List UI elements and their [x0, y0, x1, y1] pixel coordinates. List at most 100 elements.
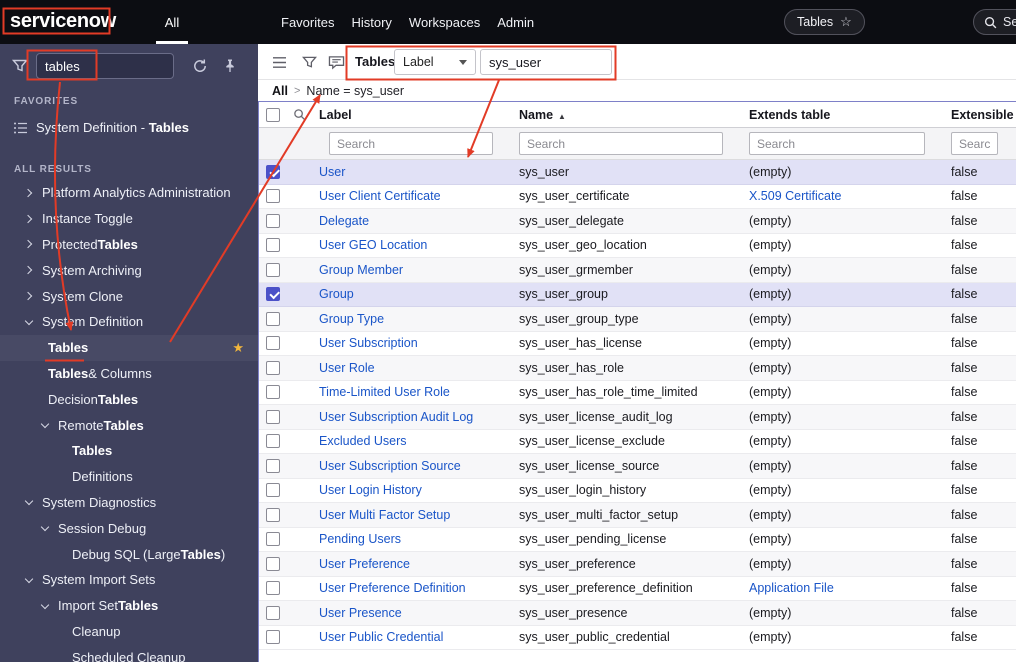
- row-checkbox[interactable]: [266, 556, 280, 571]
- chevron-icon[interactable]: [22, 263, 36, 277]
- tree-item[interactable]: Decision Tables: [0, 386, 258, 412]
- chevron-icon[interactable]: [22, 237, 36, 251]
- chevron-icon[interactable]: [38, 599, 52, 613]
- row-label-link[interactable]: User Preference Definition: [319, 581, 466, 595]
- column-header-extensible[interactable]: Extensible: [943, 108, 1016, 122]
- tree-item[interactable]: Platform Analytics Administration: [0, 180, 258, 206]
- chevron-icon[interactable]: [22, 573, 36, 587]
- tree-item[interactable]: Protected Tables: [0, 232, 258, 258]
- context-pill[interactable]: Tables ☆: [784, 9, 865, 35]
- column-search-icon[interactable]: [293, 108, 306, 121]
- list-menu-icon[interactable]: [272, 56, 287, 69]
- name-column-search-input[interactable]: [519, 132, 723, 155]
- header-menu-item[interactable]: Workspaces: [409, 15, 480, 30]
- row-checkbox[interactable]: [266, 336, 280, 351]
- tree-item[interactable]: Tables: [0, 438, 258, 464]
- extends-column-search-input[interactable]: [749, 132, 925, 155]
- row-label-link[interactable]: User GEO Location: [319, 238, 427, 252]
- row-checkbox[interactable]: [266, 409, 280, 424]
- activity-stream-icon[interactable]: [328, 55, 345, 70]
- favorite-item[interactable]: System Definition - Tables: [0, 115, 258, 140]
- tree-item[interactable]: Scheduled Cleanup: [0, 644, 258, 662]
- row-label-link[interactable]: User Subscription Audit Log: [319, 410, 473, 424]
- row-label-link[interactable]: Excluded Users: [319, 434, 407, 448]
- row-label-link[interactable]: User Public Credential: [319, 630, 443, 644]
- row-label-link[interactable]: Delegate: [319, 214, 369, 228]
- pin-icon[interactable]: [222, 58, 238, 74]
- row-label-link[interactable]: User: [319, 165, 345, 179]
- servicenow-logo[interactable]: servicenow: [10, 10, 116, 33]
- chevron-icon[interactable]: [22, 495, 36, 509]
- tree-item[interactable]: System Import Sets: [0, 567, 258, 593]
- row-label-link[interactable]: User Multi Factor Setup: [319, 508, 450, 522]
- row-checkbox[interactable]: [266, 213, 280, 228]
- row-label-link[interactable]: Group: [319, 287, 354, 301]
- sidebar-filter-input[interactable]: [36, 53, 174, 79]
- row-label-link[interactable]: Group Member: [319, 263, 403, 277]
- chevron-icon[interactable]: [22, 186, 36, 200]
- row-checkbox[interactable]: [266, 287, 280, 302]
- row-extends[interactable]: Application File: [749, 581, 834, 595]
- row-checkbox[interactable]: [266, 385, 280, 400]
- breadcrumb-condition[interactable]: Name = sys_user: [306, 84, 404, 98]
- select-all-checkbox[interactable]: [266, 107, 280, 122]
- tree-item[interactable]: Definitions: [0, 464, 258, 490]
- row-label-link[interactable]: Group Type: [319, 312, 384, 326]
- all-menu[interactable]: All: [150, 0, 194, 44]
- tree-item[interactable]: Session Debug: [0, 515, 258, 541]
- row-label-link[interactable]: User Preference: [319, 557, 410, 571]
- tree-item[interactable]: System Definition: [0, 309, 258, 335]
- row-checkbox[interactable]: [266, 311, 280, 326]
- chevron-icon[interactable]: [38, 521, 52, 535]
- row-checkbox[interactable]: [266, 238, 280, 253]
- column-header-label[interactable]: Label: [311, 108, 511, 122]
- row-label-link[interactable]: User Login History: [319, 483, 422, 497]
- header-menu-item[interactable]: History: [351, 15, 391, 30]
- tree-item[interactable]: Cleanup: [0, 619, 258, 645]
- header-menu-item[interactable]: Admin: [497, 15, 534, 30]
- column-header-extends[interactable]: Extends table: [741, 108, 943, 122]
- tree-item[interactable]: Remote Tables: [0, 412, 258, 438]
- extensible-column-search-input[interactable]: [951, 132, 998, 155]
- row-checkbox[interactable]: [266, 581, 280, 596]
- label-column-search-input[interactable]: [329, 132, 493, 155]
- row-extends[interactable]: X.509 Certificate: [749, 189, 841, 203]
- tree-item[interactable]: Tables ★: [0, 334, 258, 361]
- tree-item[interactable]: System Diagnostics: [0, 490, 258, 516]
- row-checkbox[interactable]: [266, 483, 280, 498]
- global-search[interactable]: Sea: [973, 9, 1016, 35]
- tree-item[interactable]: Tables & Columns: [0, 361, 258, 387]
- breadcrumb-all[interactable]: All: [272, 84, 288, 98]
- chevron-icon[interactable]: [22, 289, 36, 303]
- row-label-link[interactable]: Pending Users: [319, 532, 401, 546]
- chevron-icon[interactable]: [22, 212, 36, 226]
- chevron-icon[interactable]: [22, 315, 36, 329]
- row-label-link[interactable]: Time-Limited User Role: [319, 385, 450, 399]
- row-checkbox[interactable]: [266, 262, 280, 277]
- row-label-link[interactable]: User Presence: [319, 606, 402, 620]
- row-checkbox[interactable]: [266, 630, 280, 645]
- favorite-star-icon[interactable]: ★: [232, 340, 244, 356]
- row-checkbox[interactable]: [266, 532, 280, 547]
- row-checkbox[interactable]: [266, 605, 280, 620]
- tree-item[interactable]: Debug SQL (Large Tables): [0, 541, 258, 567]
- tree-item[interactable]: Instance Toggle: [0, 206, 258, 232]
- row-checkbox[interactable]: [266, 458, 280, 473]
- row-checkbox[interactable]: [266, 164, 280, 179]
- row-checkbox[interactable]: [266, 189, 280, 204]
- row-label-link[interactable]: User Subscription Source: [319, 459, 461, 473]
- row-label-link[interactable]: User Client Certificate: [319, 189, 441, 203]
- row-checkbox[interactable]: [266, 434, 280, 449]
- tree-item[interactable]: System Archiving: [0, 257, 258, 283]
- header-menu-item[interactable]: Favorites: [281, 15, 334, 30]
- row-label-link[interactable]: User Role: [319, 361, 375, 375]
- search-field-select[interactable]: Label: [394, 49, 476, 75]
- refresh-icon[interactable]: [192, 58, 208, 74]
- row-checkbox[interactable]: [266, 360, 280, 375]
- tree-item[interactable]: Import Set Tables: [0, 593, 258, 619]
- chevron-icon[interactable]: [38, 418, 52, 432]
- tree-item[interactable]: System Clone: [0, 283, 258, 309]
- column-header-name[interactable]: Name ▲: [511, 108, 741, 122]
- list-filter-icon[interactable]: [302, 55, 317, 70]
- row-label-link[interactable]: User Subscription: [319, 336, 418, 350]
